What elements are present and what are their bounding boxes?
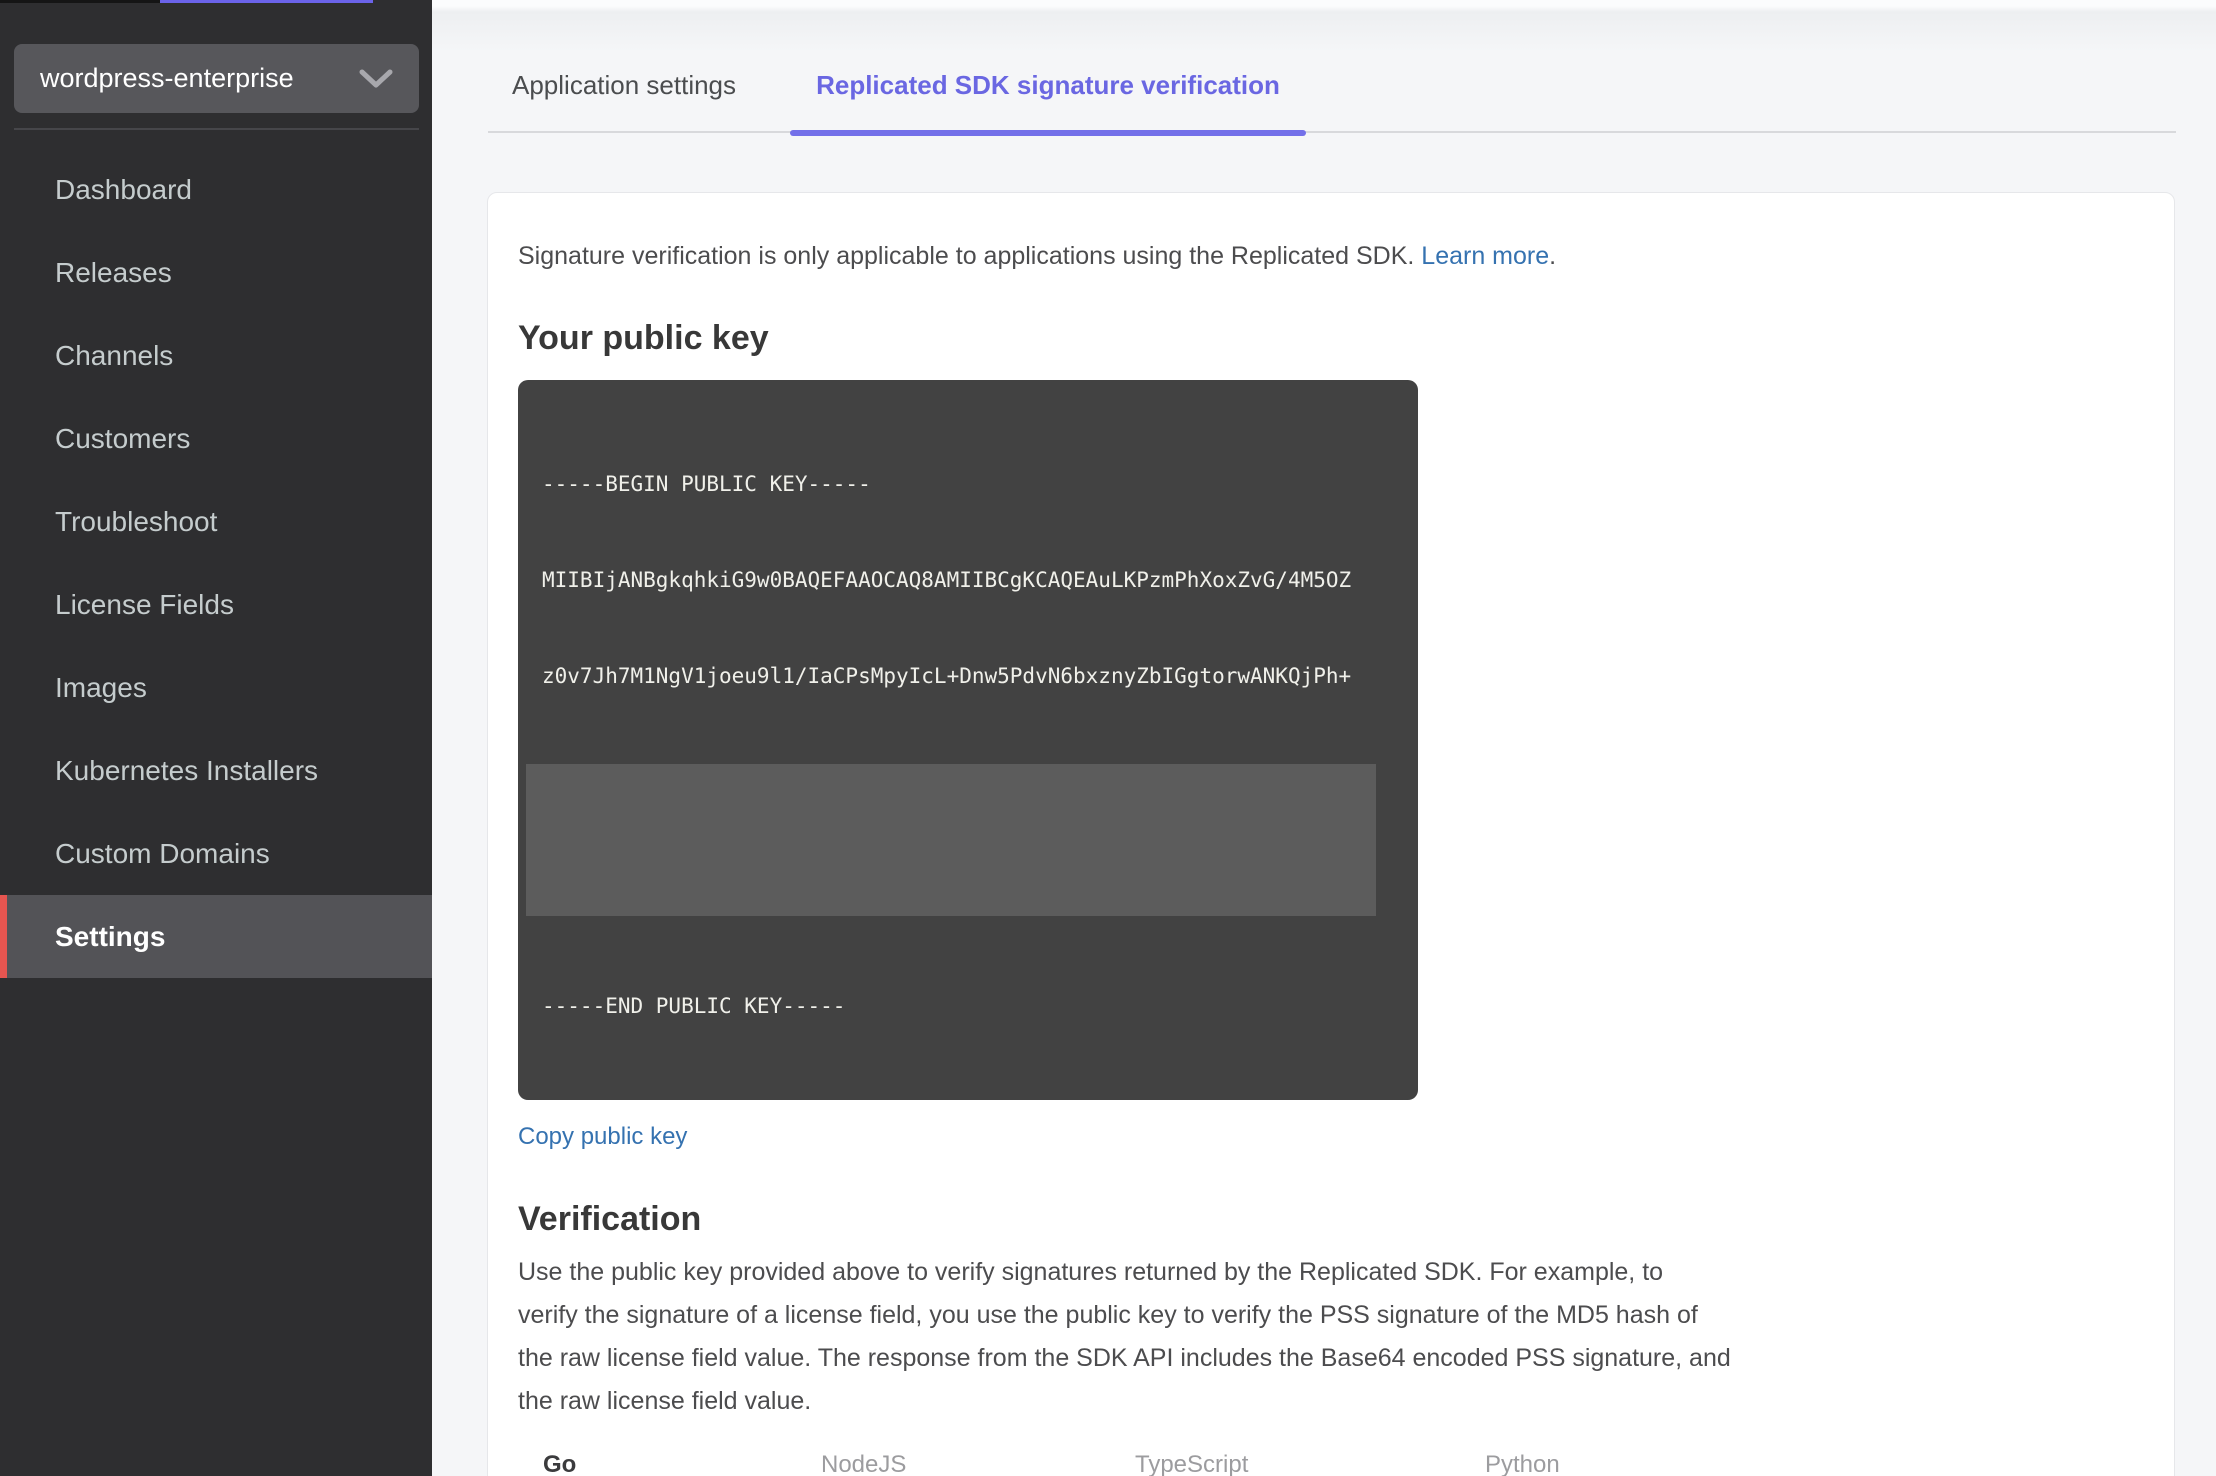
public-key-line: MIIBIjANBgkqhkiG9w0BAQEFAAOCAQ8AMIIBCgKC… (542, 568, 1352, 592)
sidebar-item-releases[interactable]: Releases (0, 231, 432, 314)
intro-text-body: Signature verification is only applicabl… (518, 242, 1422, 270)
chevron-down-icon (359, 69, 393, 87)
sidebar-item-images[interactable]: Images (0, 646, 432, 729)
copy-public-key-link[interactable]: Copy public key (518, 1120, 687, 1153)
public-key-line: z0v7Jh7M1NgV1joeu9l1/IaCPsMpyIcL+Dnw5Pdv… (542, 664, 1352, 688)
settings-tabbar: Application settings Replicated SDK sign… (488, 0, 2176, 136)
learn-more-link[interactable]: Learn more (1421, 242, 1549, 270)
tab-go[interactable]: Go (543, 1450, 576, 1476)
description-line: the raw license field value. The respons… (518, 1344, 1731, 1372)
app-selector-dropdown[interactable]: wordpress-enterprise (14, 44, 419, 113)
sidebar-divider (14, 128, 419, 130)
tab-sdk-signature-verification[interactable]: Replicated SDK signature verification (790, 70, 1306, 101)
sidebar-item-label: Customers (55, 422, 191, 454)
intro-text: Signature verification is only applicabl… (518, 238, 2144, 274)
tab-application-settings[interactable]: Application settings (512, 70, 736, 101)
tab-nodejs[interactable]: NodeJS (821, 1450, 906, 1476)
description-line: Use the public key provided above to ver… (518, 1258, 1664, 1286)
sidebar-item-custom-domains[interactable]: Custom Domains (0, 812, 432, 895)
description-line: the raw license field value. (518, 1387, 812, 1415)
public-key-redacted-area (526, 764, 1376, 916)
intro-text-period: . (1549, 242, 1557, 270)
sidebar-item-label: Troubleshoot (55, 505, 218, 537)
top-nav-fragment (0, 0, 160, 3)
sidebar-item-label: Custom Domains (55, 837, 270, 869)
tab-typescript[interactable]: TypeScript (1135, 1450, 1248, 1476)
sidebar-item-kubernetes-installers[interactable]: Kubernetes Installers (0, 729, 432, 812)
sidebar-item-customers[interactable]: Customers (0, 397, 432, 480)
language-tabbar: Go NodeJS TypeScript Python (518, 1445, 1781, 1476)
app-selector-value: wordpress-enterprise (40, 63, 294, 93)
sidebar-item-label: Dashboard (55, 173, 192, 205)
verification-description: Use the public key provided above to ver… (518, 1251, 2144, 1423)
tab-python[interactable]: Python (1485, 1450, 1560, 1476)
signature-verification-card: Signature verification is only applicabl… (487, 192, 2175, 1476)
verification-heading: Verification (518, 1200, 702, 1238)
sidebar-item-label: License Fields (55, 588, 234, 620)
public-key-line: -----END PUBLIC KEY----- (542, 994, 846, 1018)
description-line: verify the signature of a license field,… (518, 1301, 1698, 1329)
public-key-line: -----BEGIN PUBLIC KEY----- (542, 472, 871, 496)
main-area: Application settings Replicated SDK sign… (432, 0, 2216, 1476)
sidebar-item-dashboard[interactable]: Dashboard (0, 148, 432, 231)
sidebar-item-troubleshoot[interactable]: Troubleshoot (0, 480, 432, 563)
sidebar-item-channels[interactable]: Channels (0, 314, 432, 397)
sidebar-item-label: Settings (55, 920, 166, 952)
sidebar: wordpress-enterprise Dashboard Releases … (0, 0, 432, 1476)
active-tab-underline (790, 130, 1306, 136)
sidebar-nav: Dashboard Releases Channels Customers Tr… (0, 148, 432, 978)
public-key-block: -----BEGIN PUBLIC KEY----- MIIBIjANBgkqh… (518, 380, 1418, 1100)
sidebar-item-label: Channels (55, 339, 174, 371)
sidebar-item-settings[interactable]: Settings (0, 895, 432, 978)
sidebar-item-license-fields[interactable]: License Fields (0, 563, 432, 646)
top-nav-active-indicator (160, 0, 373, 3)
sidebar-item-label: Images (55, 671, 147, 703)
public-key-heading: Your public key (518, 319, 769, 357)
sidebar-item-label: Releases (55, 256, 172, 288)
sidebar-item-label: Kubernetes Installers (55, 754, 319, 786)
